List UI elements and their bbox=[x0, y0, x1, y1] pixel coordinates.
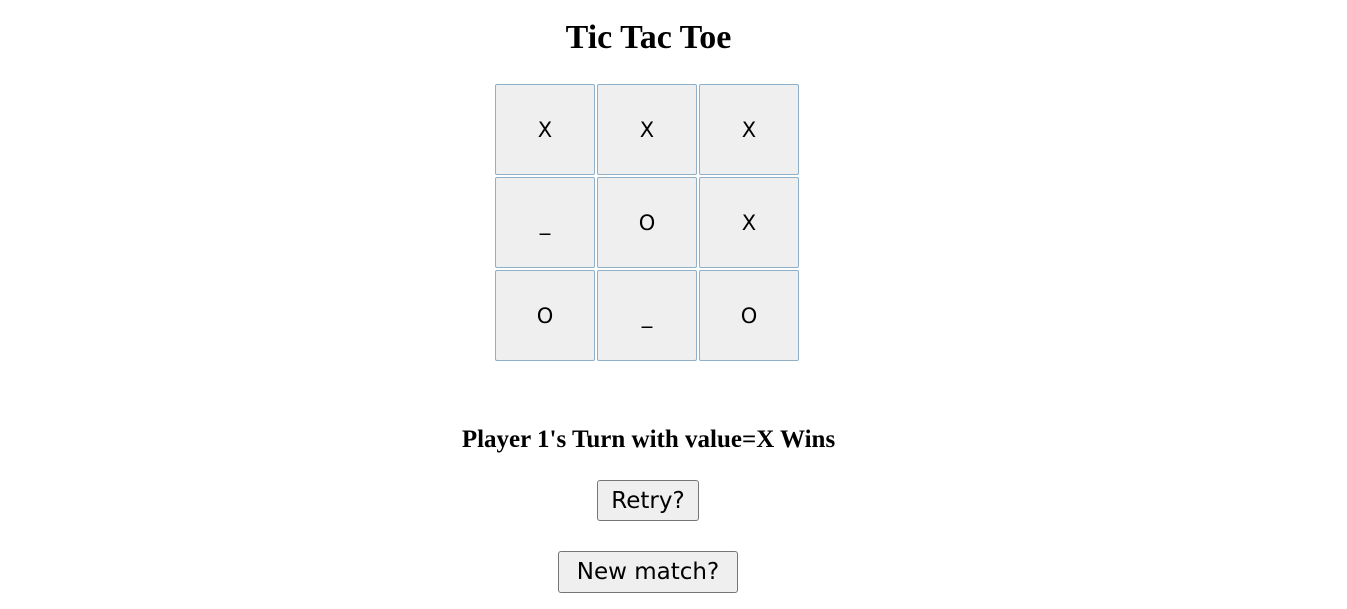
board-cell-3-3[interactable]: O bbox=[699, 270, 799, 361]
board-cell-2-3[interactable]: X bbox=[699, 177, 799, 268]
board-cell-1-1[interactable]: X bbox=[495, 84, 595, 175]
board-cell-3-2[interactable]: _ bbox=[597, 270, 697, 361]
game-status: Player 1's Turn with value=X Wins bbox=[461, 426, 836, 453]
new-match-button[interactable]: New match? bbox=[558, 551, 738, 593]
board-cell-1-2[interactable]: X bbox=[597, 84, 697, 175]
board-cell-3-1[interactable]: O bbox=[495, 270, 595, 361]
board-cell-2-2[interactable]: O bbox=[597, 177, 697, 268]
retry-button[interactable]: Retry? bbox=[597, 480, 699, 521]
page-title: Tic Tac Toe bbox=[565, 19, 732, 56]
board-cell-1-3[interactable]: X bbox=[699, 84, 799, 175]
board-cell-2-1[interactable]: _ bbox=[495, 177, 595, 268]
game-board: X X X _ O X O _ O bbox=[495, 84, 799, 361]
